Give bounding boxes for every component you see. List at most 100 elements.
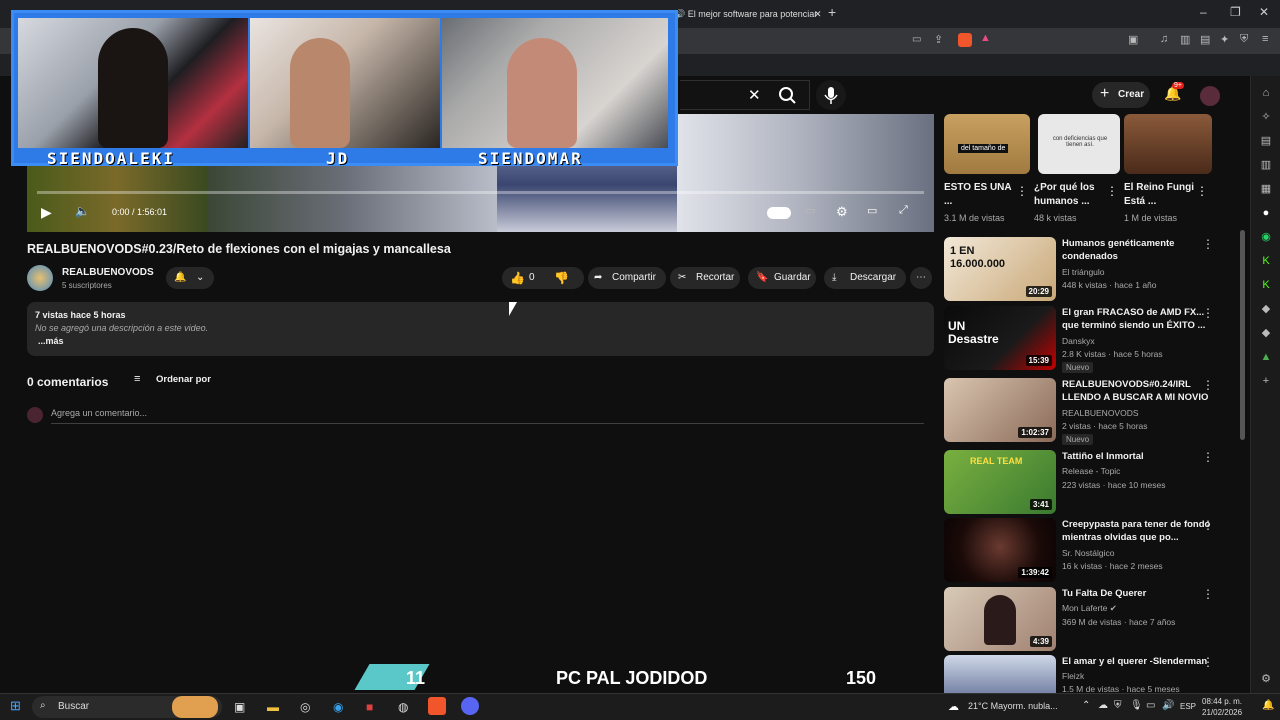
brave-shield-icon[interactable] [958, 33, 972, 47]
dislike-button[interactable]: 👎 [554, 267, 569, 289]
short-thumbnail-2[interactable]: con deficiencias que tienen así. [1038, 114, 1120, 174]
leo-ai-icon[interactable]: ✦ [1220, 33, 1229, 46]
description-box[interactable]: 7 vistas hace 5 horas No se agregó una d… [27, 302, 934, 356]
recommendation-menu-icon[interactable]: ⋮ [1202, 518, 1214, 532]
download-button[interactable]: ⤓ Descargar [824, 267, 906, 289]
short-title-3[interactable]: El Reino Fungi Está ... [1124, 181, 1194, 209]
sort-comments-button[interactable]: ≡ Ordenar por [134, 373, 214, 389]
vpn-icon[interactable]: ⛨ [1240, 33, 1248, 46]
short-title-1[interactable]: ESTO ES UNA ... [944, 181, 1014, 209]
recommendation-item[interactable]: El amar y el querer -Slenderman Fleizk 1… [944, 655, 1244, 693]
recommendation-menu-icon[interactable]: ⋮ [1202, 587, 1214, 601]
weather-text[interactable]: 21°C Mayorm. nubla... [968, 701, 1058, 711]
share-icon[interactable]: ⇪ [934, 33, 943, 46]
subscribe-bell-button[interactable]: 🔔 ⌄ [166, 267, 214, 289]
subtitles-icon[interactable]: ▭ [805, 204, 815, 217]
clock-time[interactable]: 08:44 p. m. [1202, 697, 1242, 706]
sidebar-reading-list-icon[interactable]: ▤ [1259, 134, 1273, 148]
clip-button[interactable]: ✂ Recortar [670, 267, 740, 289]
new-tab-button[interactable]: + [828, 4, 836, 20]
taskbar-search-box[interactable]: ⌕ Buscar [32, 696, 222, 718]
reader-icon[interactable]: ▥ [1180, 33, 1190, 46]
sidebar-add-icon[interactable]: + [1259, 374, 1273, 388]
recommendation-menu-icon[interactable]: ⋮ [1202, 306, 1214, 320]
keyboard-language[interactable]: ESP [1180, 702, 1196, 711]
share-button[interactable]: ➦ Compartir [588, 267, 666, 289]
media-icon[interactable]: ♫ [1160, 33, 1168, 45]
save-button[interactable]: 🔖 Guardar [748, 267, 816, 289]
tray-app-icon[interactable]: ☁ [1098, 700, 1108, 711]
short-title-2[interactable]: ¿Por qué los humanos ... [1034, 181, 1104, 209]
sidebar-drive-icon[interactable]: ▲ [1259, 350, 1273, 364]
avatar[interactable] [1200, 86, 1220, 106]
brave-taskbar-icon[interactable] [428, 697, 446, 715]
sidebar-app-icon[interactable]: ◆ [1259, 302, 1273, 316]
settings-gear-icon[interactable]: ⚙ [836, 204, 848, 220]
sidebar-settings-icon[interactable]: ⚙ [1259, 672, 1273, 686]
recommendation-menu-icon[interactable]: ⋮ [1202, 378, 1214, 392]
close-window-button[interactable]: ✕ [1259, 5, 1269, 19]
tray-chevron-icon[interactable]: ⌃ [1082, 700, 1090, 711]
clock-date[interactable]: 21/02/2026 [1202, 708, 1242, 717]
theater-mode-icon[interactable]: ▭ [867, 204, 877, 217]
more-actions-button[interactable]: ⋯ [910, 267, 932, 289]
wallet-icon[interactable]: ▤ [1200, 33, 1210, 46]
volume-tray-icon[interactable]: 🔊 [1162, 700, 1174, 711]
search-button[interactable] [772, 80, 802, 110]
tab-close-icon[interactable]: ✕ [814, 3, 822, 25]
minimize-button[interactable]: – [1200, 5, 1207, 19]
menu-icon[interactable]: ≡ [1262, 33, 1268, 45]
recommendation-item[interactable]: UN Desastre 15:39 El gran FRACASO de AMD… [944, 306, 1244, 373]
steam-icon[interactable]: ◎ [300, 700, 310, 714]
play-button[interactable]: ▶ [41, 204, 52, 221]
show-more-link[interactable]: ...más [38, 336, 64, 346]
app-icon[interactable]: ■ [366, 700, 373, 714]
page-scrollbar[interactable] [1240, 230, 1245, 440]
install-app-icon[interactable]: ▭ [912, 34, 921, 45]
discord-icon[interactable] [461, 697, 479, 715]
clear-search-icon[interactable]: ✕ [748, 86, 761, 104]
obs-icon[interactable]: ◍ [398, 700, 408, 714]
short-thumbnail-1[interactable]: del tamaño de [944, 114, 1030, 174]
recommendation-menu-icon[interactable]: ⋮ [1202, 655, 1214, 669]
recommendation-menu-icon[interactable]: ⋮ [1202, 237, 1214, 251]
tray-shield-icon[interactable]: ⛨ [1114, 700, 1122, 711]
microphone-tray-icon[interactable]: 🎙 [1130, 700, 1143, 711]
recommendation-item[interactable]: 4:39 Tu Falta De Querer Mon Laferte ✔ 36… [944, 587, 1244, 653]
volume-icon[interactable]: 🔈 [75, 204, 90, 218]
recommendation-item[interactable]: 1 EN 16.000.000 20:29 Humanos genéticame… [944, 237, 1244, 303]
sidebar-home-icon[interactable]: ⌂ [1259, 86, 1273, 100]
brave-rewards-icon[interactable]: ▲ [980, 32, 991, 44]
recommendation-item[interactable]: REAL TEAM 3:41 Tattiño el Inmortal Relea… [944, 450, 1244, 516]
fullscreen-icon[interactable]: ⤢ [899, 204, 908, 217]
channel-avatar[interactable] [27, 265, 53, 291]
edge-icon[interactable]: ◉ [333, 700, 343, 714]
short-menu-2[interactable]: ⋮ [1106, 184, 1118, 198]
network-icon[interactable]: ▭ [1146, 700, 1155, 711]
sidebar-app-2-icon[interactable]: ◆ [1259, 326, 1273, 340]
maximize-button[interactable]: ❐ [1230, 5, 1241, 19]
voice-search-button[interactable] [816, 80, 846, 110]
sidebar-brave-talk-icon[interactable]: ● [1259, 206, 1273, 220]
short-thumbnail-3[interactable] [1124, 114, 1212, 174]
recommendation-item[interactable]: 1:39:42 Creepypasta para tener de fondo … [944, 518, 1244, 584]
sidebar-history-icon[interactable]: ▦ [1259, 182, 1273, 196]
short-menu-3[interactable]: ⋮ [1196, 184, 1208, 198]
windows-start-icon[interactable]: ⊞ [10, 698, 21, 714]
notification-center-icon[interactable]: 🔔 [1262, 700, 1274, 711]
sidebar-leo-icon[interactable]: ✧ [1259, 110, 1273, 124]
create-button[interactable]: + Crear [1092, 82, 1150, 108]
comment-input[interactable]: Agrega un comentario... [51, 406, 924, 424]
sidebar-bookmarks-icon[interactable]: ▥ [1259, 158, 1273, 172]
short-menu-1[interactable]: ⋮ [1016, 184, 1028, 198]
recommendation-menu-icon[interactable]: ⋮ [1202, 450, 1214, 464]
channel-name[interactable]: REALBUENOVODS [62, 267, 154, 278]
recommendation-item[interactable]: 1:02:37 REALBUENOVODS#0.24/IRL LLENDO A … [944, 378, 1244, 445]
sidebar-kick-2-icon[interactable]: K [1259, 278, 1273, 292]
task-view-icon[interactable]: ▣ [234, 700, 245, 714]
sidebar-toggle-icon[interactable]: ▣ [1128, 33, 1138, 46]
file-explorer-icon[interactable]: ▬ [267, 700, 279, 714]
autoplay-toggle[interactable] [767, 207, 791, 219]
notifications-button[interactable]: 🔔 9+ [1162, 82, 1184, 106]
browser-tab[interactable]: 🔊 El mejor software para potenciar ✕ [674, 3, 824, 25]
